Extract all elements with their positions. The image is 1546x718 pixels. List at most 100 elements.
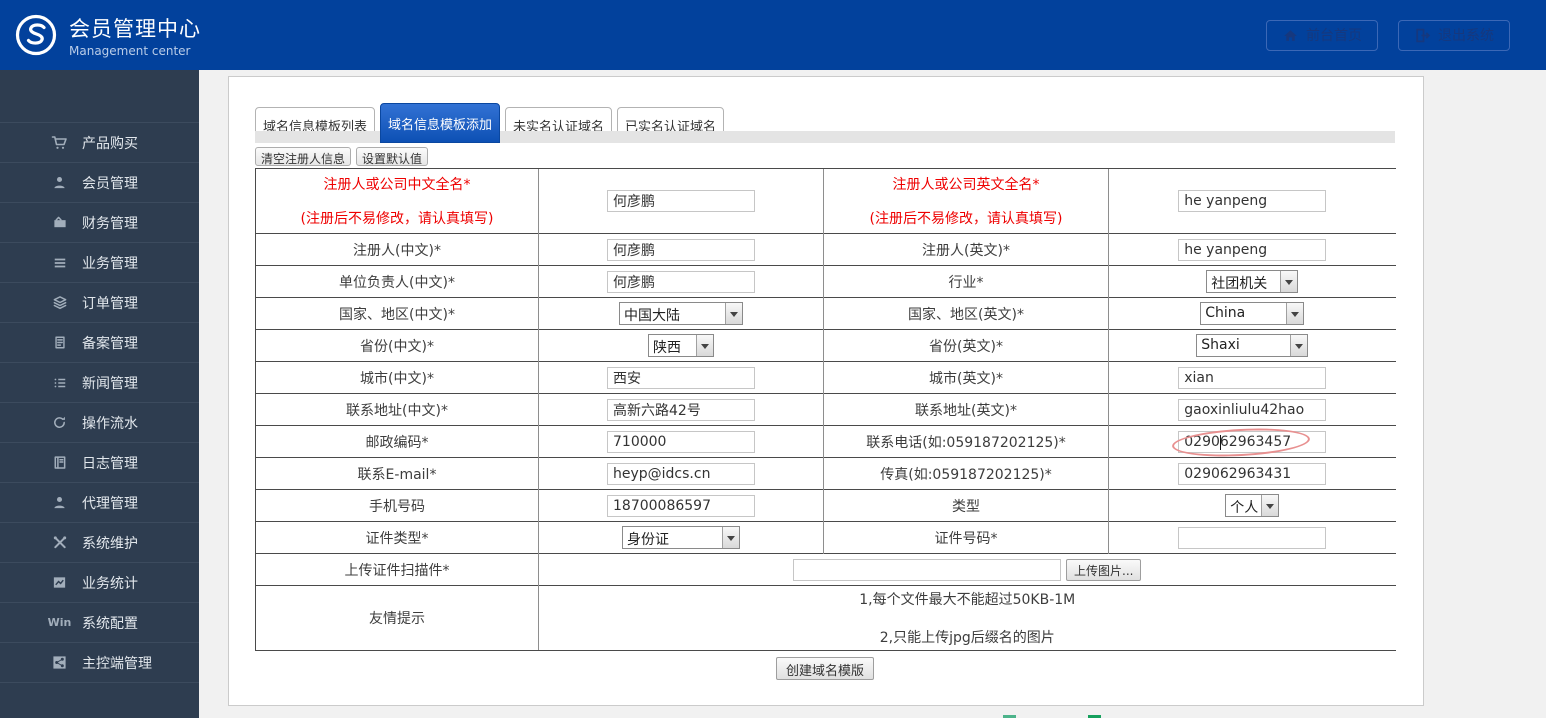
id-type-label: 证件类型* [256,528,538,548]
province-en-label: 省份(英文)* [824,336,1108,356]
dropdown-arrow-icon[interactable] [722,527,739,548]
postal-code-input[interactable] [607,431,755,453]
contact-phone-label-cell: 联系电话(如:059187202125)* [824,426,1109,458]
en-fullname-sublabel: (注册后不易修改，请认真填写) [824,208,1108,228]
country-en-select[interactable]: China [1200,302,1304,325]
city-en-input[interactable] [1178,367,1326,389]
dropdown-arrow-icon[interactable] [1290,335,1307,356]
logo-block: 会员管理中心 Management center [14,13,201,58]
address-cn-input[interactable] [607,399,755,421]
logout-button[interactable]: 退出系统 [1398,20,1510,51]
sidebar-item-12[interactable]: 业务统计 [0,563,199,603]
province-cn-select[interactable]: 陕西 [648,334,714,357]
id-number-input[interactable] [1178,527,1326,549]
sidebar-item-6[interactable]: 备案管理 [0,323,199,363]
form-row: 国家、地区(中文)* 中国大陆 国家、地区(英文)* China [256,298,1396,330]
contact-email-input[interactable] [607,463,755,485]
country-cn-label-cell: 国家、地区(中文)* [256,298,539,330]
sidebar-item-1[interactable]: 产品购买 [0,123,199,163]
sidebar-item-13[interactable]: Win 系统配置 [0,603,199,643]
sidebar-item-7[interactable]: 新闻管理 [0,363,199,403]
registrant-en-input[interactable] [1178,239,1326,261]
city-cn-input[interactable] [607,367,755,389]
win-icon: Win [50,615,69,631]
fax-label: 传真(如:059187202125)* [824,464,1108,484]
sidebar-item-11[interactable]: 系统维护 [0,523,199,563]
frontend-home-button[interactable]: 前台首页 [1266,20,1378,51]
industry-label-cell: 行业* [824,266,1109,298]
document-icon [50,335,69,351]
sidebar-item-3[interactable]: 财务管理 [0,203,199,243]
id-scan-path-input[interactable] [793,559,1061,581]
tips-row: 友情提示1,每个文件最大不能超过50KB-1M2,只能上传jpg后缀名的图片 [256,586,1396,651]
cn-fullname-sublabel: (注册后不易修改，请认真填写) [256,208,538,228]
address-cn-label: 联系地址(中文)* [256,400,538,420]
form-toolbar: 清空注册人信息 设置默认值 [255,147,1395,166]
sidebar-item-10[interactable]: 代理管理 [0,483,199,523]
address-en-input[interactable] [1178,399,1326,421]
sidebar-item-label: 业务统计 [82,573,138,593]
id-type-select[interactable]: 身份证 [622,526,740,549]
logout-label: 退出系统 [1438,25,1494,45]
id-number-label-cell: 证件号码* [824,522,1109,554]
recycle-icon [50,415,69,431]
upload-cell: 上传图片... [539,554,1396,586]
en-fullname-cell [1109,169,1396,234]
cn-fullname-input[interactable] [607,190,755,212]
province-en-select[interactable]: Shaxi [1196,334,1308,357]
wallet-icon [50,215,69,231]
city-cn-label: 城市(中文)* [256,368,538,388]
sidebar-item-label: 会员管理 [82,173,138,193]
create-template-button[interactable]: 创建域名模版 [776,657,874,680]
city-cn-cell [539,362,824,394]
address-en-label-cell: 联系地址(英文)* [824,394,1109,426]
form-row: 单位负责人(中文)*行业*社团机关 [256,266,1396,298]
form-row: 省份(中文)*陕西省份(英文)*Shaxi [256,330,1396,362]
dropdown-arrow-icon[interactable] [1280,271,1297,292]
unit-head-cn-cell [539,266,824,298]
cart-icon [50,135,69,151]
selected-value: 陕西 [649,335,696,356]
sidebar-item-8[interactable]: 操作流水 [0,403,199,443]
upload-image-button[interactable]: 上传图片... [1066,559,1141,581]
dropdown-arrow-icon[interactable] [696,335,713,356]
cn-fullname-label-cell: 注册人或公司中文全名*(注册后不易修改，请认真填写) [256,169,539,234]
sidebar-item-2[interactable]: 会员管理 [0,163,199,203]
sidebar-item-5[interactable]: 订单管理 [0,283,199,323]
country-en-label-cell: 国家、地区(英文)* [824,298,1109,330]
en-fullname-label: 注册人或公司英文全名* [824,174,1108,194]
content-panel: 域名信息模板列表域名信息模板添加未实名认证域名已实名认证域名 清空注册人信息 设… [228,76,1424,706]
cn-fullname-cell [539,169,824,234]
set-default-button[interactable]: 设置默认值 [356,147,428,166]
sidebar-item-label: 订单管理 [82,293,138,313]
postal-code-label-cell: 邮政编码* [256,426,539,458]
country-cn-select[interactable]: 中国大陆 [619,302,743,325]
sidebar-item-14[interactable]: 主控端管理 [0,643,199,683]
selected-value: 个人 [1226,495,1261,516]
industry-select[interactable]: 社团机关 [1206,270,1298,293]
dropdown-arrow-icon[interactable] [725,303,742,324]
sidebar-item-label: 系统配置 [82,613,138,633]
submit-row: 创建域名模版 [255,657,1395,680]
mobile-input[interactable] [607,495,755,517]
dropdown-arrow-icon[interactable] [1261,495,1278,516]
dropdown-arrow-icon[interactable] [1286,303,1303,324]
registrant-cn-input[interactable] [607,239,755,261]
fax-input[interactable] [1178,463,1326,485]
tab-2[interactable]: 域名信息模板添加 [380,103,500,143]
selected-value: Shaxi [1197,335,1290,356]
industry-cell: 社团机关 [1109,266,1396,298]
en-fullname-input[interactable] [1178,190,1326,212]
contact-phone-input[interactable] [1178,431,1326,453]
app-subtitle: Management center [69,44,201,58]
type-select[interactable]: 个人 [1225,494,1279,517]
sidebar: 产品购买会员管理财务管理业务管理订单管理备案管理新闻管理操作流水日志管理代理管理… [0,70,199,718]
sidebar-item-4[interactable]: 业务管理 [0,243,199,283]
unit-head-cn-input[interactable] [607,271,755,293]
sidebar-item-label: 备案管理 [82,333,138,353]
sidebar-item-label: 日志管理 [82,453,138,473]
sidebar-item-9[interactable]: 日志管理 [0,443,199,483]
clear-registrant-button[interactable]: 清空注册人信息 [255,147,351,166]
sidebar-item-label: 操作流水 [82,413,138,433]
tip-line: 2,只能上传jpg后缀名的图片 [539,627,1396,647]
